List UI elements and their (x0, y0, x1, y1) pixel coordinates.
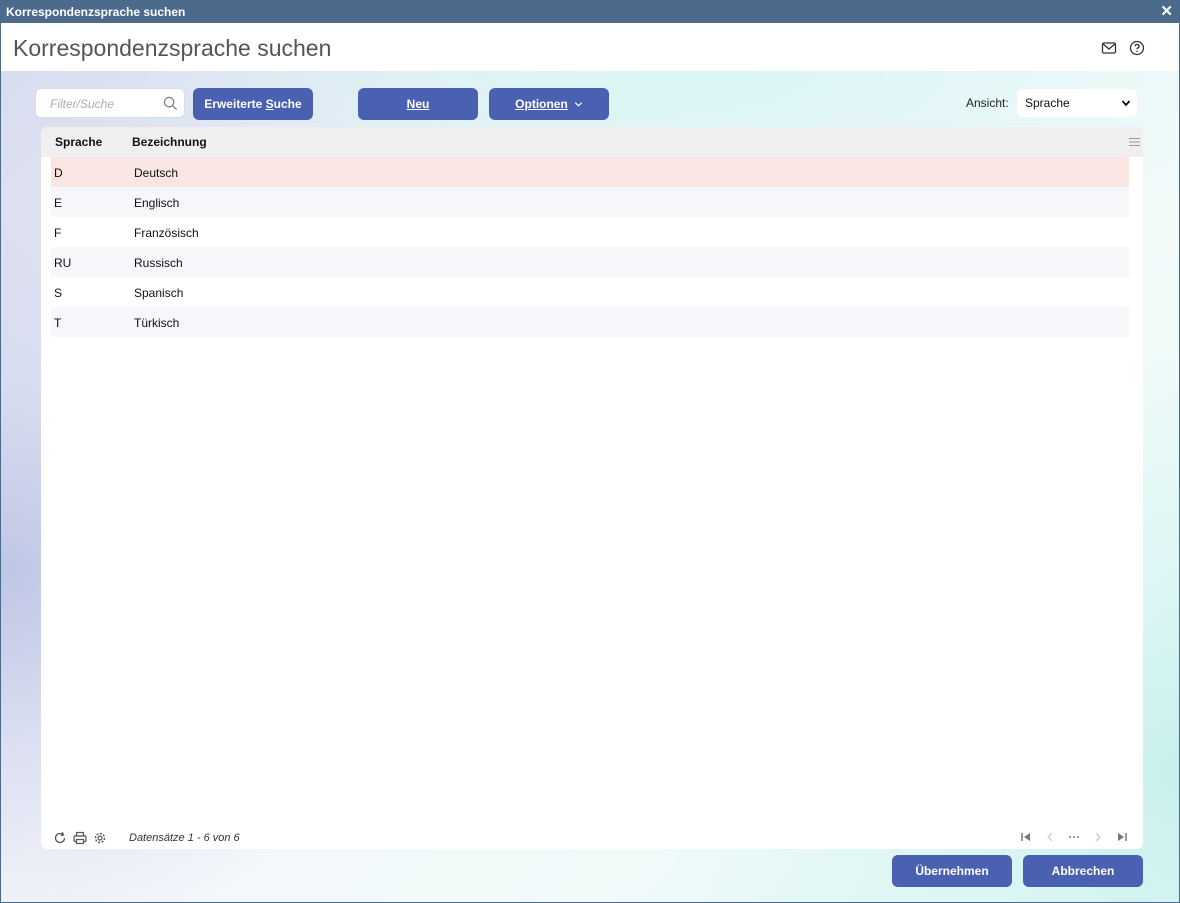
column-header-bezeichnung[interactable]: Bezeichnung (132, 135, 207, 149)
search-input[interactable] (48, 89, 162, 119)
record-count: Datensätze 1 - 6 von 6 (129, 832, 240, 844)
new-button[interactable]: Neu (358, 88, 478, 120)
cell-name: Französisch (134, 226, 199, 240)
cell-name: Russisch (134, 256, 183, 270)
view-select[interactable]: Sprache (1017, 89, 1137, 117)
chevron-down-icon (574, 101, 582, 107)
next-page-icon[interactable] (1091, 830, 1105, 844)
grid-footer: Datensätze 1 - 6 von 6 (41, 827, 1143, 849)
page-header: Korrespondenzsprache suchen (1, 23, 1179, 71)
refresh-icon[interactable] (53, 831, 67, 845)
view-label: Ansicht: (966, 96, 1009, 110)
column-header-sprache[interactable]: Sprache (55, 135, 102, 149)
table-row[interactable]: T Türkisch (51, 307, 1129, 337)
cell-name: Deutsch (134, 166, 179, 180)
content-area: Erweiterte Suche Neu Optionen Ansicht: S… (1, 71, 1179, 902)
cell-code: E (54, 196, 63, 210)
settings-icon[interactable] (93, 831, 107, 845)
advanced-search-prefix: Erweiterte (204, 97, 266, 111)
print-icon[interactable] (73, 831, 87, 845)
toolbar: Erweiterte Suche Neu Optionen Ansicht: S… (1, 88, 1179, 120)
help-icon[interactable] (1129, 40, 1145, 56)
apply-button[interactable]: Übernehmen (892, 855, 1012, 887)
cell-code: S (54, 286, 63, 300)
advanced-search-button[interactable]: Erweiterte Suche (193, 88, 313, 120)
window-title: Korrespondenzsprache suchen (6, 5, 186, 19)
cell-code: F (54, 226, 62, 240)
options-button-label: Optionen (515, 97, 568, 111)
apply-button-label: Übernehmen (915, 864, 989, 878)
cell-code: D (54, 166, 63, 180)
cell-name: Türkisch (134, 316, 180, 330)
cancel-button[interactable]: Abbrechen (1023, 855, 1143, 887)
grid-rows: D Deutsch E Englisch F Französisch RU Ru… (51, 157, 1129, 337)
close-icon[interactable]: ✕ (1160, 1, 1173, 23)
results-grid: Sprache Bezeichnung D Deutsch E Englisch (41, 127, 1143, 849)
table-row[interactable]: E Englisch (51, 187, 1129, 217)
cell-name: Englisch (134, 196, 180, 210)
table-row[interactable]: D Deutsch (51, 157, 1129, 187)
page-title: Korrespondenzsprache suchen (13, 35, 332, 61)
more-pages-icon[interactable] (1067, 830, 1081, 844)
search-box (35, 88, 185, 119)
cell-code: RU (54, 256, 72, 270)
cell-name: Spanisch (134, 286, 184, 300)
view-select-value: Sprache (1025, 96, 1070, 110)
table-row[interactable]: RU Russisch (51, 247, 1129, 277)
title-bar: Korrespondenzsprache suchen ✕ (1, 1, 1179, 23)
last-page-icon[interactable] (1115, 830, 1129, 844)
first-page-icon[interactable] (1019, 830, 1033, 844)
advanced-search-rest: uche (273, 97, 302, 111)
column-menu-icon[interactable] (1129, 137, 1140, 147)
chevron-down-icon (1121, 100, 1131, 107)
search-icon[interactable] (163, 96, 178, 111)
previous-page-icon[interactable] (1043, 830, 1057, 844)
options-button[interactable]: Optionen (489, 88, 609, 120)
new-button-label: Neu (406, 97, 430, 111)
table-row[interactable]: F Französisch (51, 217, 1129, 247)
dialog-window: Korrespondenzsprache suchen ✕ Korrespond… (0, 0, 1180, 903)
advanced-search-shortcut: S (265, 97, 274, 111)
cell-code: T (54, 316, 62, 330)
mail-icon[interactable] (1101, 40, 1117, 56)
cancel-button-label: Abbrechen (1051, 864, 1115, 878)
table-row[interactable]: S Spanisch (51, 277, 1129, 307)
grid-header: Sprache Bezeichnung (41, 127, 1143, 157)
